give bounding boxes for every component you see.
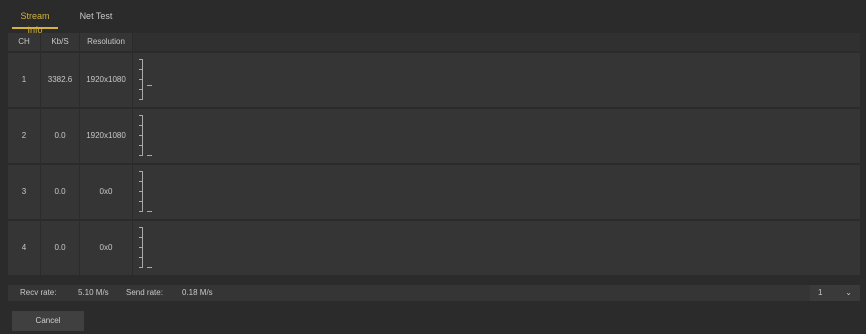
graph-axis bbox=[139, 115, 159, 157]
bitrate-graph bbox=[133, 53, 860, 107]
graph-line bbox=[147, 85, 152, 86]
bitrate-graph bbox=[133, 221, 860, 275]
row-kbs: 0.0 bbox=[41, 221, 79, 275]
table-row: 4 0.0 0x0 bbox=[8, 221, 860, 275]
row-ch: 4 bbox=[8, 221, 40, 275]
chevron-down-icon: ⌄ bbox=[845, 288, 852, 297]
row-kbs: 0.0 bbox=[41, 165, 79, 219]
row-resolution: 0x0 bbox=[80, 221, 132, 275]
row-resolution: 0x0 bbox=[80, 165, 132, 219]
graph-line bbox=[147, 211, 152, 212]
table-header: CH Kb/S Resolution bbox=[8, 33, 860, 51]
channel-select[interactable]: 1 ⌄ bbox=[810, 285, 860, 301]
recv-rate-label: Recv rate: bbox=[20, 288, 57, 297]
row-ch: 2 bbox=[8, 109, 40, 163]
tab-stream-info[interactable]: Stream Info bbox=[12, 9, 58, 35]
header-graph bbox=[133, 33, 860, 51]
graph-axis bbox=[139, 59, 159, 101]
graph-axis bbox=[139, 171, 159, 213]
status-bar: Recv rate: 5.10 M/s Send rate: 0.18 M/s … bbox=[8, 285, 860, 301]
send-rate-label: Send rate: bbox=[126, 288, 163, 297]
stream-table: CH Kb/S Resolution 1 3382.6 1920x1080 2 … bbox=[8, 33, 860, 275]
graph-line bbox=[147, 267, 152, 268]
header-ch: CH bbox=[8, 33, 40, 51]
recv-rate-value: 5.10 M/s bbox=[78, 288, 109, 297]
graph-line bbox=[147, 155, 152, 156]
row-kbs: 3382.6 bbox=[41, 53, 79, 107]
header-kbs: Kb/S bbox=[41, 33, 79, 51]
row-resolution: 1920x1080 bbox=[80, 109, 132, 163]
row-resolution: 1920x1080 bbox=[80, 53, 132, 107]
send-rate-value: 0.18 M/s bbox=[182, 288, 213, 297]
graph-axis bbox=[139, 227, 159, 269]
table-row: 3 0.0 0x0 bbox=[8, 165, 860, 219]
bitrate-graph bbox=[133, 165, 860, 219]
channel-select-value: 1 bbox=[818, 288, 823, 297]
tab-net-test[interactable]: Net Test bbox=[72, 9, 120, 27]
header-resolution: Resolution bbox=[80, 33, 132, 51]
cancel-button[interactable]: Cancel bbox=[12, 311, 84, 331]
row-ch: 3 bbox=[8, 165, 40, 219]
bitrate-graph bbox=[133, 109, 860, 163]
row-ch: 1 bbox=[8, 53, 40, 107]
table-row: 1 3382.6 1920x1080 bbox=[8, 53, 860, 107]
tab-bar: Stream Info Net Test bbox=[0, 0, 866, 35]
row-kbs: 0.0 bbox=[41, 109, 79, 163]
table-row: 2 0.0 1920x1080 bbox=[8, 109, 860, 163]
